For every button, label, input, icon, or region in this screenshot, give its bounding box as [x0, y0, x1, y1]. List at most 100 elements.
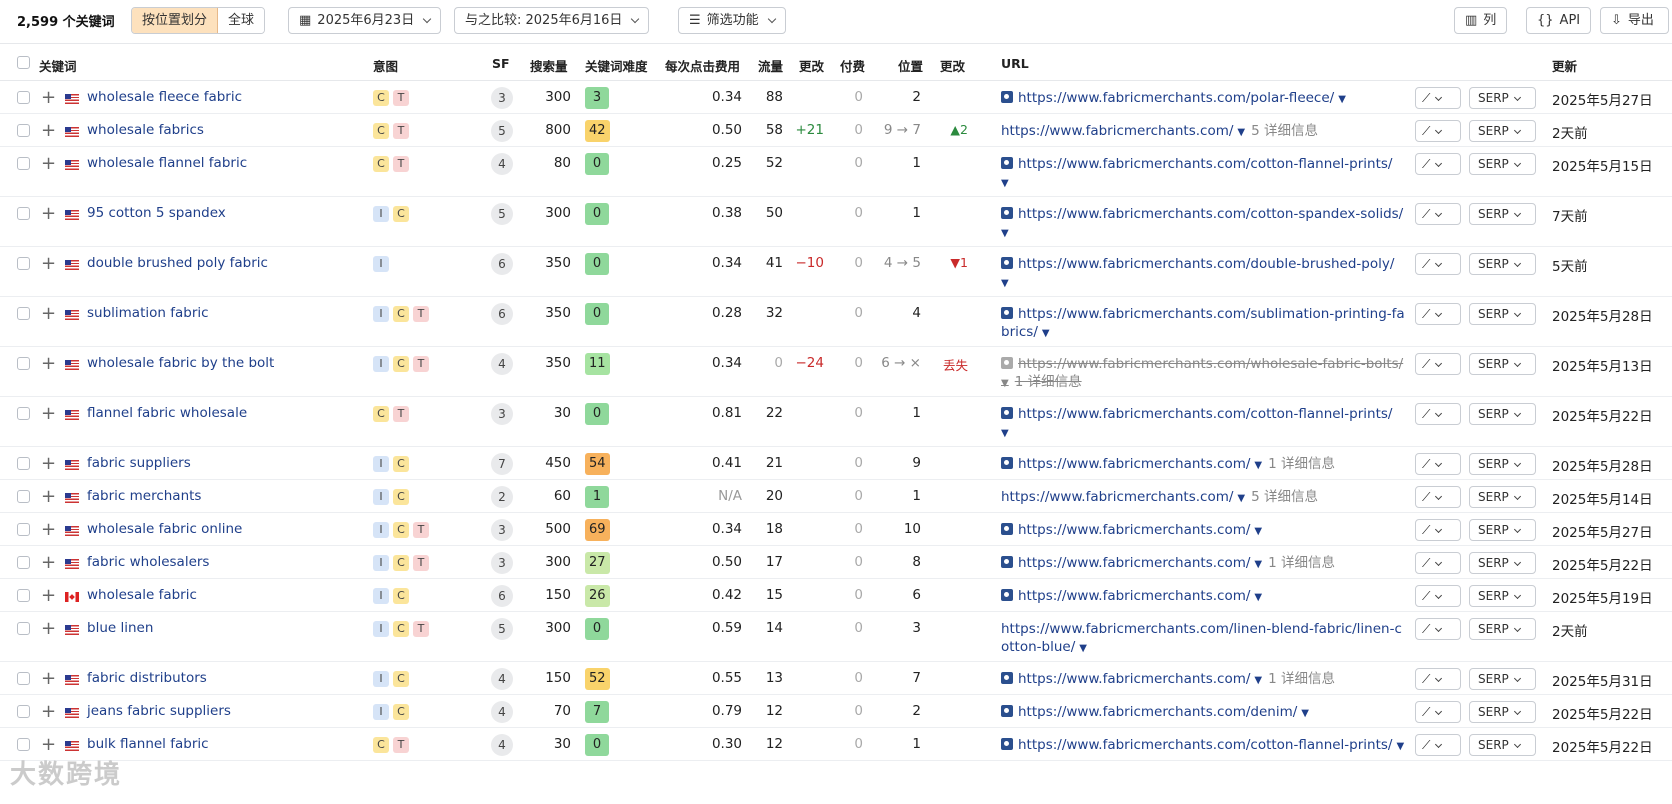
- serp-button[interactable]: SERP: [1469, 403, 1536, 425]
- serp-button[interactable]: SERP: [1469, 486, 1536, 508]
- row-checkbox[interactable]: [17, 157, 30, 170]
- expand-icon[interactable]: +: [41, 620, 56, 638]
- col-sf[interactable]: SF: [492, 56, 510, 71]
- serp-button[interactable]: SERP: [1469, 618, 1536, 640]
- expand-icon[interactable]: +: [41, 255, 56, 273]
- url-dropdown-icon[interactable]: ▼: [1237, 127, 1245, 138]
- url-text[interactable]: https://www.fabricmerchants.com/: [1018, 588, 1250, 604]
- expand-icon[interactable]: +: [41, 305, 56, 323]
- row-checkbox[interactable]: [17, 257, 30, 270]
- url-dropdown-icon[interactable]: ▼: [1079, 643, 1087, 654]
- url-text[interactable]: https://www.fabricmerchants.com/: [1018, 456, 1250, 472]
- url-text-cont[interactable]: otton-blue/: [1001, 639, 1075, 655]
- ranking-url[interactable]: https://www.fabricmerchants.com/denim/ ▼: [1001, 703, 1309, 723]
- sf-count[interactable]: 3: [491, 519, 513, 541]
- trend-button[interactable]: ⟋: [1415, 519, 1461, 541]
- sf-count[interactable]: 4: [491, 353, 513, 375]
- col-change[interactable]: 更改: [799, 56, 824, 75]
- sf-count[interactable]: 4: [491, 701, 513, 723]
- ranking-url[interactable]: https://www.fabricmerchants.com/linen-bl…: [1001, 620, 1402, 658]
- ranking-url[interactable]: https://www.fabricmerchants.com/ ▼ 5 详细信息: [1001, 488, 1318, 508]
- url-dropdown-icon[interactable]: ▼: [1001, 278, 1009, 289]
- col-keyword[interactable]: 关键词: [39, 56, 77, 75]
- url-dropdown-icon[interactable]: ▼: [1001, 228, 1009, 239]
- row-checkbox[interactable]: [17, 407, 30, 420]
- ranking-url[interactable]: https://www.fabricmerchants.com/ ▼ 5 详细信息: [1001, 122, 1318, 142]
- url-details[interactable]: 1 详细信息: [1015, 374, 1082, 390]
- sf-count[interactable]: 3: [491, 403, 513, 425]
- expand-icon[interactable]: +: [41, 155, 56, 173]
- url-dropdown-icon[interactable]: ▼: [1254, 559, 1262, 570]
- trend-button[interactable]: ⟋: [1415, 253, 1461, 275]
- expand-icon[interactable]: +: [41, 488, 56, 506]
- keyword-link[interactable]: fabric merchants: [87, 488, 201, 504]
- url-text[interactable]: https://www.fabricmerchants.com/: [1018, 555, 1250, 571]
- url-details[interactable]: 1 详细信息: [1268, 555, 1335, 571]
- serp-button[interactable]: SERP: [1469, 519, 1536, 541]
- compare-date-button[interactable]: 与之比较: 2025年6月16日: [454, 7, 650, 34]
- url-text[interactable]: https://www.fabricmerchants.com/linen-bl…: [1001, 621, 1402, 637]
- col-cpc[interactable]: 每次点击费用: [665, 56, 740, 75]
- ranking-url[interactable]: https://www.fabricmerchants.com/ ▼: [1001, 587, 1262, 607]
- sf-count[interactable]: 4: [491, 668, 513, 690]
- trend-button[interactable]: ⟋: [1415, 486, 1461, 508]
- expand-icon[interactable]: +: [41, 703, 56, 721]
- serp-button[interactable]: SERP: [1469, 734, 1536, 756]
- sf-count[interactable]: 4: [491, 153, 513, 175]
- url-dropdown-icon[interactable]: ▼: [1338, 94, 1346, 105]
- serp-button[interactable]: SERP: [1469, 585, 1536, 607]
- col-position-change[interactable]: 更改: [940, 56, 965, 75]
- expand-icon[interactable]: +: [41, 405, 56, 423]
- keyword-link[interactable]: blue linen: [87, 620, 153, 636]
- ranking-url[interactable]: https://www.fabricmerchants.com/cotton-s…: [1001, 205, 1403, 243]
- keyword-link[interactable]: wholesale flannel fabric: [87, 155, 247, 171]
- col-intent[interactable]: 意图: [373, 56, 398, 75]
- serp-button[interactable]: SERP: [1469, 203, 1536, 225]
- url-details[interactable]: 5 详细信息: [1251, 123, 1318, 139]
- global-option[interactable]: 全球: [218, 8, 265, 33]
- url-text[interactable]: https://www.fabricmerchants.com/cotton-f…: [1018, 737, 1392, 753]
- url-text[interactable]: https://www.fabricmerchants.com/denim/: [1018, 704, 1297, 720]
- sf-count[interactable]: 5: [491, 120, 513, 142]
- serp-button[interactable]: SERP: [1469, 87, 1536, 109]
- trend-button[interactable]: ⟋: [1415, 87, 1461, 109]
- url-dropdown-icon[interactable]: ▼: [1001, 428, 1009, 439]
- ranking-url[interactable]: https://www.fabricmerchants.com/sublimat…: [1001, 305, 1405, 343]
- keyword-link[interactable]: 95 cotton 5 spandex: [87, 205, 226, 221]
- url-text[interactable]: https://www.fabricmerchants.com/polar-fl…: [1018, 90, 1334, 106]
- sf-count[interactable]: 5: [491, 618, 513, 640]
- expand-icon[interactable]: +: [41, 355, 56, 373]
- keyword-link[interactable]: wholesale fabric online: [87, 521, 242, 537]
- sf-count[interactable]: 3: [491, 552, 513, 574]
- url-text[interactable]: https://www.fabricmerchants.com/: [1001, 489, 1233, 505]
- url-dropdown-icon[interactable]: ▼: [1001, 178, 1009, 189]
- keyword-link[interactable]: wholesale fabrics: [87, 122, 204, 138]
- url-dropdown-icon[interactable]: ▼: [1396, 741, 1404, 752]
- ranking-url[interactable]: https://www.fabricmerchants.com/ ▼ 1 详细信息: [1001, 670, 1335, 690]
- url-text[interactable]: https://www.fabricmerchants.com/cotton-f…: [1018, 156, 1392, 172]
- ranking-url[interactable]: https://www.fabricmerchants.com/cotton-f…: [1001, 405, 1392, 443]
- col-position[interactable]: 位置: [898, 56, 923, 75]
- trend-button[interactable]: ⟋: [1415, 701, 1461, 723]
- url-dropdown-icon[interactable]: ▼: [1301, 708, 1309, 719]
- ranking-url[interactable]: https://www.fabricmerchants.com/wholesal…: [1001, 355, 1403, 393]
- serp-button[interactable]: SERP: [1469, 701, 1536, 723]
- url-text[interactable]: https://www.fabricmerchants.com/sublimat…: [1018, 306, 1405, 322]
- url-text[interactable]: https://www.fabricmerchants.com/double-b…: [1018, 256, 1394, 272]
- columns-button[interactable]: ▥ 列: [1454, 7, 1508, 34]
- url-dropdown-icon[interactable]: ▼: [1237, 493, 1245, 504]
- trend-button[interactable]: ⟋: [1415, 203, 1461, 225]
- sf-count[interactable]: 6: [491, 585, 513, 607]
- url-text[interactable]: https://www.fabricmerchants.com/cotton-f…: [1018, 406, 1392, 422]
- trend-button[interactable]: ⟋: [1415, 403, 1461, 425]
- expand-icon[interactable]: +: [41, 670, 56, 688]
- keyword-link[interactable]: fabric wholesalers: [87, 554, 209, 570]
- ranking-url[interactable]: https://www.fabricmerchants.com/polar-fl…: [1001, 89, 1346, 109]
- url-text[interactable]: https://www.fabricmerchants.com/cotton-s…: [1018, 206, 1403, 222]
- sf-count[interactable]: 3: [491, 87, 513, 109]
- serp-button[interactable]: SERP: [1469, 668, 1536, 690]
- serp-button[interactable]: SERP: [1469, 120, 1536, 142]
- url-dropdown-icon[interactable]: ▼: [1254, 460, 1262, 471]
- expand-icon[interactable]: +: [41, 521, 56, 539]
- by-position-option[interactable]: 按位置划分: [132, 8, 219, 33]
